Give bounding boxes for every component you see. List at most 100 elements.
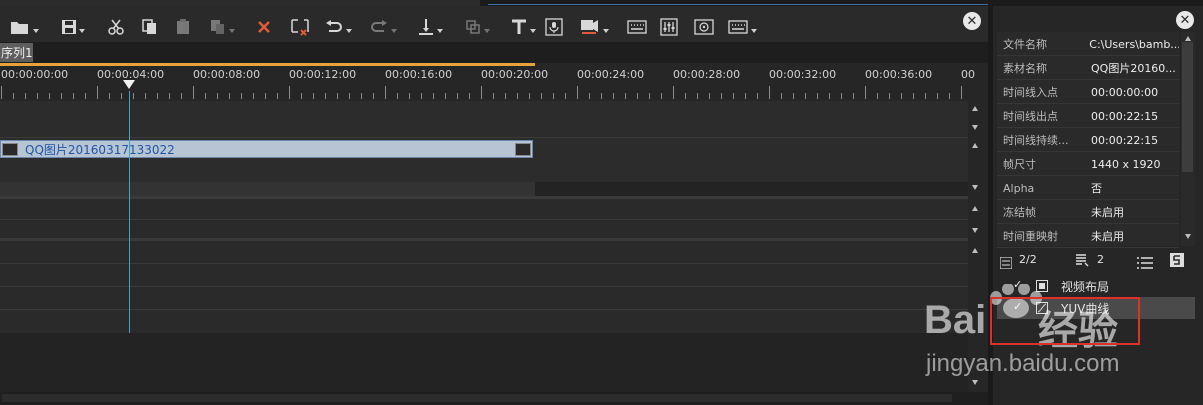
list-view-icon[interactable] [1137,254,1153,273]
delete-effect-icon[interactable] [1169,252,1185,272]
close-timeline-icon[interactable]: ✕ [963,12,981,30]
ruler-tick [685,93,686,99]
title-button[interactable] [511,16,536,38]
track-audio-1a[interactable] [0,199,968,219]
scroll-down-icon[interactable] [972,185,978,190]
close-info-panel-icon[interactable]: ✕ [1176,11,1194,29]
ruler-tick [949,93,950,99]
ripple-delete-button[interactable] [290,16,310,38]
property-row[interactable]: 文件名称 C:\Users\bamb... [997,32,1179,56]
track-audio-3a[interactable] [0,287,968,309]
track-video-1[interactable] [0,101,968,137]
keyboard-settings-icon [728,20,748,34]
save-icon [62,20,76,34]
ruler-tick [457,93,458,99]
property-row[interactable]: 素材名称 QQ图片20160... [997,56,1179,80]
ruler-tick [97,86,98,99]
track-audio-3b[interactable] [0,310,968,333]
video-clip[interactable]: QQ图片20160317133022 [0,140,533,158]
scroll-up-icon[interactable] [972,206,978,211]
property-value: 1440 x 1920 [1091,157,1161,171]
effect-label: 视频布局 [1061,280,1110,294]
copy-button[interactable] [142,16,158,38]
ruler-tick [301,93,302,99]
ruler-tick [37,93,38,99]
paste-button[interactable] [176,16,190,38]
clip-thumbnail-start [2,143,18,156]
redo-button[interactable] [370,16,397,38]
properties-scroll-down-icon[interactable] [1185,234,1191,239]
scroll-up-icon[interactable] [972,106,978,111]
ruler-tick [217,93,218,99]
ruler-tick [289,86,290,99]
voiceover-button[interactable] [545,16,563,38]
ruler-tick [169,93,170,99]
scroll-down-icon[interactable] [972,125,978,130]
effects-counter-icon [999,254,1013,273]
ruler-tick [733,93,734,99]
property-row[interactable]: Alpha 否 [997,176,1179,200]
paste-attributes-button[interactable] [210,16,235,38]
scroll-up-icon[interactable] [972,143,978,148]
ruler-tick [937,93,938,99]
property-row[interactable]: 时间线持续... 00:00:22:15 [997,128,1179,152]
ruler-tick [781,93,782,99]
ruler-timecode: 00:00:08:00 [193,68,261,81]
vectorscope-button[interactable] [694,16,714,38]
track-audio-2b[interactable] [0,264,968,286]
ruler-tick [433,93,434,99]
effect-item-video-layout[interactable]: ✓ 视频布局 [997,275,1195,297]
tab-sequence-1[interactable]: 序列1 [0,43,33,62]
track-audio-1b[interactable] [0,220,968,238]
property-row[interactable]: 帧尺寸 1440 x 1920 [997,152,1179,176]
property-key: 时间线入点 [1003,86,1058,99]
property-row[interactable]: 冻结帧 未启用 [997,200,1179,224]
active-panel-line [488,4,988,5]
annotation-highlight-box [990,297,1140,345]
track-audio-2a[interactable] [0,241,968,263]
keyboard-icon [627,20,647,34]
properties-scroll-thumb[interactable] [1182,42,1193,172]
property-divider [997,247,1179,248]
save-button[interactable] [62,16,85,38]
property-value: 00:00:22:15 [1091,133,1159,147]
sequence-tab-label: 序列1 [1,46,33,60]
ruler-tick [649,93,650,99]
mixer-button[interactable] [660,16,678,38]
properties-scroll-up-icon[interactable] [1185,36,1191,41]
property-row[interactable]: 时间线入点 00:00:00:00 [997,80,1179,104]
settings-keyboard-button[interactable] [728,16,757,38]
layer-list-icon[interactable] [1075,252,1089,271]
open-folder-button[interactable] [10,16,39,38]
set-mark-button[interactable] [418,16,443,38]
ruler-tick [265,93,266,99]
property-row[interactable]: 时间线出点 00:00:22:15 [997,104,1179,128]
keyboard-button[interactable] [627,16,647,38]
track-scrollbar[interactable] [968,101,988,392]
ruler-tick [721,93,722,99]
ruler-tick [541,93,542,99]
hscroll-thumb[interactable] [2,394,952,402]
cut-button[interactable] [108,16,124,38]
property-row[interactable]: 时间重映射 未启用 [997,224,1179,248]
ruler-tick [349,93,350,99]
timeline-toolbar [0,6,988,42]
delete-button[interactable] [257,16,271,38]
checkbox-checked[interactable]: ✓ [1013,279,1023,290]
ruler-tick [697,93,698,99]
transform-button[interactable] [465,16,490,38]
audio-mixer-button[interactable] [580,16,609,38]
scroll-down-icon[interactable] [972,228,978,233]
layer-count: 2 [1097,253,1104,266]
undo-button[interactable] [325,16,352,38]
ruler-tick [61,93,62,99]
ruler-tick [49,93,50,99]
ruler-tick [637,93,638,99]
property-value: 00:00:22:15 [1091,109,1159,123]
scroll-down-icon[interactable] [972,380,978,385]
property-key: 冻结帧 [1003,206,1036,219]
playhead-handle[interactable] [123,80,135,89]
scroll-up-icon[interactable] [972,248,978,253]
playhead-line[interactable] [129,91,130,333]
ruler-tick [601,93,602,99]
